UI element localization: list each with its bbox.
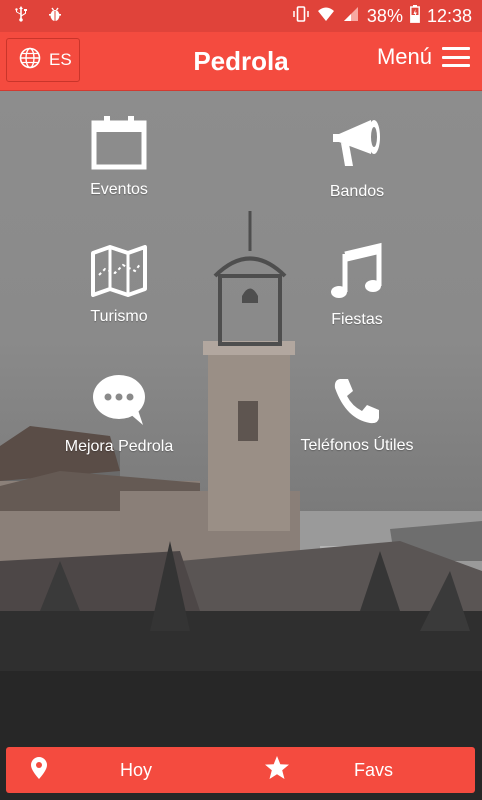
map-icon (39, 245, 199, 302)
bottom-bar: Hoy Favs (6, 747, 475, 793)
location-pin-icon (30, 756, 48, 785)
usb-icon (12, 5, 30, 28)
clock: 12:38 (426, 5, 472, 26)
tile-label: Eventos (90, 181, 148, 198)
today-button[interactable]: Hoy (30, 756, 152, 785)
favs-label: Favs (354, 759, 394, 780)
today-label: Hoy (120, 759, 153, 780)
status-bar: 38% 12:38 (0, 0, 482, 32)
battery-percent: 38% (366, 5, 403, 26)
favs-button[interactable]: Favs (264, 755, 393, 786)
tile-mejora-pedrola[interactable]: Mejora Pedrola (39, 373, 199, 456)
calendar-icon (39, 114, 199, 175)
tile-label: Teléfonos Útiles (300, 437, 414, 454)
hamburger-icon (442, 47, 470, 67)
wifi-icon (317, 5, 335, 28)
phone-icon (277, 376, 437, 431)
tile-telefonos-utiles[interactable]: Teléfonos Útiles (277, 376, 437, 455)
star-icon (264, 755, 290, 786)
tile-label: Bandos (329, 183, 385, 200)
signal-icon (342, 5, 360, 28)
tile-label: Fiestas (331, 311, 383, 328)
battery-icon (410, 4, 420, 28)
tile-label: Turismo (90, 308, 148, 325)
tile-fiestas[interactable]: Fiestas (277, 242, 437, 329)
tile-label: Mejora Pedrola (64, 438, 174, 455)
tile-eventos[interactable]: Eventos (39, 114, 199, 199)
tile-bandos[interactable]: Bandos (277, 114, 437, 201)
megaphone-icon (277, 114, 437, 177)
vibrate-icon (292, 5, 310, 28)
menu-label: Menú (376, 44, 432, 69)
chat-bubble-icon (39, 373, 199, 432)
tile-turismo[interactable]: Turismo (39, 245, 199, 326)
app-bar: ES Pedrola Menú (0, 32, 482, 91)
music-note-icon (277, 242, 437, 305)
debug-bug-icon (46, 5, 64, 28)
menu-button[interactable]: Menú (377, 44, 470, 70)
